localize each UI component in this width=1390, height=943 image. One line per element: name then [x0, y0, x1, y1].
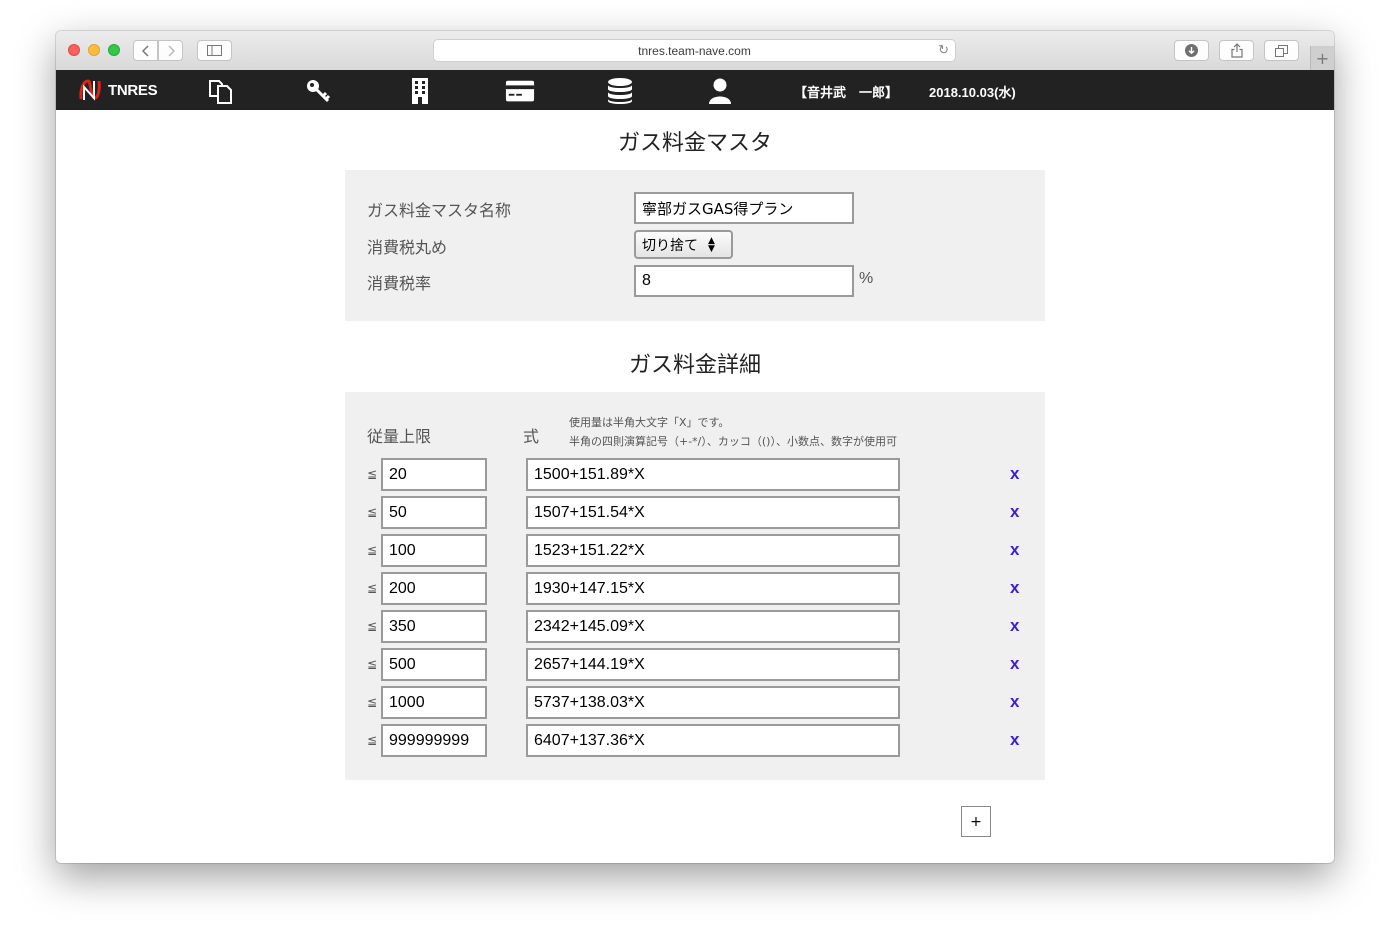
less-equal-symbol: ≦ [367, 467, 378, 481]
credit-card-icon [505, 80, 535, 102]
limit-column-header: 従量上限 [367, 427, 432, 446]
downloads-button[interactable] [1174, 40, 1209, 61]
limit-input[interactable]: 200 [381, 572, 487, 605]
nav-buildings[interactable] [405, 77, 435, 105]
tax-rounding-select[interactable]: 切り捨て ▲ ▼ [634, 230, 733, 259]
formula-input[interactable]: 1523+151.22*X [526, 534, 900, 567]
rate-row: ≦ 500 2657+144.19*X x [345, 648, 1045, 682]
less-equal-symbol: ≦ [367, 543, 378, 557]
tabs-icon [1275, 44, 1288, 57]
limit-input[interactable]: 350 [381, 610, 487, 643]
delete-row-button[interactable]: x [1010, 578, 1019, 598]
sidebar-icon [207, 45, 222, 56]
documents-icon [209, 80, 232, 104]
rate-row: ≦ 20 1500+151.89*X x [345, 458, 1045, 492]
delete-row-button[interactable]: x [1010, 464, 1019, 484]
delete-row-button[interactable]: x [1010, 502, 1019, 522]
tax-rounding-value: 切り捨て [642, 237, 698, 254]
formula-input[interactable]: 2657+144.19*X [526, 648, 900, 681]
detail-title: ガス料金詳細 [628, 353, 761, 378]
tnres-logo-icon [79, 79, 101, 101]
app-navbar: TNRES 【音井武 一郎】 2018.10.03(水) [56, 70, 1334, 110]
nav-payments[interactable] [505, 77, 535, 105]
master-name-label: ガス料金マスタ名称 [367, 201, 512, 220]
logged-in-user: 【音井武 一郎】 [794, 86, 899, 101]
formula-column-header: 式 [523, 427, 540, 446]
rate-row: ≦ 999999999 6407+137.36*X x [345, 724, 1045, 758]
nav-user[interactable] [705, 77, 735, 105]
address-bar[interactable]: tnres.team-nave.com ↻ [433, 39, 956, 62]
chevron-left-icon [141, 44, 149, 57]
user-icon [709, 78, 731, 104]
rate-row: ≦ 50 1507+151.54*X x [345, 496, 1045, 530]
nav-database[interactable] [605, 77, 635, 105]
delete-row-button[interactable]: x [1010, 540, 1019, 560]
less-equal-symbol: ≦ [367, 657, 378, 671]
back-button[interactable] [133, 40, 158, 61]
limit-input[interactable]: 999999999 [381, 724, 487, 757]
limit-input[interactable]: 1000 [381, 686, 487, 719]
rate-row: ≦ 350 2342+145.09*X x [345, 610, 1045, 644]
tax-rate-label: 消費税率 [367, 274, 432, 293]
formula-input[interactable]: 5737+138.03*X [526, 686, 900, 719]
nav-documents[interactable] [205, 77, 235, 105]
minimize-window-button[interactable] [88, 44, 100, 56]
logo-text: TNRES [108, 81, 158, 99]
share-button[interactable] [1219, 40, 1254, 61]
tax-rate-unit: % [859, 270, 874, 287]
formula-help-line-1: 使用量は半角大文字「X」です。 [569, 416, 730, 429]
browser-window: tnres.team-nave.com ↻ + TNRES 【音井武 一郎】 2… [56, 31, 1334, 863]
master-form-panel: ガス料金マスタ名称 寧部ガスGAS得プラン 消費税丸め 切り捨て ▲ ▼ 消費税率… [345, 170, 1045, 321]
delete-row-button[interactable]: x [1010, 692, 1019, 712]
formula-input[interactable]: 1507+151.54*X [526, 496, 900, 529]
less-equal-symbol: ≦ [367, 695, 378, 709]
sidebar-toggle-button[interactable] [197, 40, 232, 61]
reload-icon[interactable]: ↻ [938, 42, 949, 58]
new-tab-button[interactable]: + [1310, 46, 1334, 70]
formula-input[interactable]: 1930+147.15*X [526, 572, 900, 605]
share-icon [1230, 43, 1243, 58]
tax-rate-input[interactable]: 8 [634, 265, 854, 297]
tabs-overview-button[interactable] [1264, 40, 1299, 61]
rate-row: ≦ 1000 5737+138.03*X x [345, 686, 1045, 720]
database-icon [608, 78, 632, 104]
add-row-button[interactable]: + [961, 806, 991, 837]
delete-row-button[interactable]: x [1010, 654, 1019, 674]
limit-input[interactable]: 100 [381, 534, 487, 567]
less-equal-symbol: ≦ [367, 505, 378, 519]
rate-row: ≦ 200 1930+147.15*X x [345, 572, 1045, 606]
url-text: tnres.team-nave.com [638, 43, 751, 58]
master-title: ガス料金マスタ [617, 131, 772, 156]
select-arrows-icon: ▲ ▼ [708, 235, 715, 254]
delete-row-button[interactable]: x [1010, 616, 1019, 636]
chevron-right-icon [167, 44, 175, 57]
formula-input[interactable]: 6407+137.36*X [526, 724, 900, 757]
master-name-input[interactable]: 寧部ガスGAS得プラン [634, 192, 854, 224]
key-icon [307, 80, 331, 103]
formula-help-line-2: 半角の四則演算記号（+-*/）、カッコ（()）、小数点、数字が使用可 [569, 435, 897, 448]
building-icon [412, 78, 428, 104]
formula-input[interactable]: 1500+151.89*X [526, 458, 900, 491]
less-equal-symbol: ≦ [367, 733, 378, 747]
download-icon [1185, 44, 1198, 57]
formula-help-text: 使用量は半角大文字「X」です。 半角の四則演算記号（+-*/）、カッコ（()）、… [569, 413, 897, 451]
browser-toolbar: tnres.team-nave.com ↻ + [56, 31, 1334, 71]
current-date: 2018.10.03(水) [929, 85, 1016, 100]
detail-panel: 従量上限 式 使用量は半角大文字「X」です。 半角の四則演算記号（+-*/）、カ… [345, 392, 1045, 780]
delete-row-button[interactable]: x [1010, 730, 1019, 750]
forward-button[interactable] [158, 40, 183, 61]
less-equal-symbol: ≦ [367, 619, 378, 633]
app-logo[interactable]: TNRES [78, 78, 158, 102]
close-window-button[interactable] [68, 44, 80, 56]
limit-input[interactable]: 20 [381, 458, 487, 491]
main-content: ガス料金マスタ ガス料金マスタ名称 寧部ガスGAS得プラン 消費税丸め 切り捨て… [56, 110, 1334, 863]
formula-input[interactable]: 2342+145.09*X [526, 610, 900, 643]
limit-input[interactable]: 500 [381, 648, 487, 681]
tax-rounding-label: 消費税丸め [367, 238, 448, 257]
nav-keys[interactable] [304, 77, 334, 105]
limit-input[interactable]: 50 [381, 496, 487, 529]
rate-row: ≦ 100 1523+151.22*X x [345, 534, 1045, 568]
less-equal-symbol: ≦ [367, 581, 378, 595]
zoom-window-button[interactable] [108, 44, 120, 56]
